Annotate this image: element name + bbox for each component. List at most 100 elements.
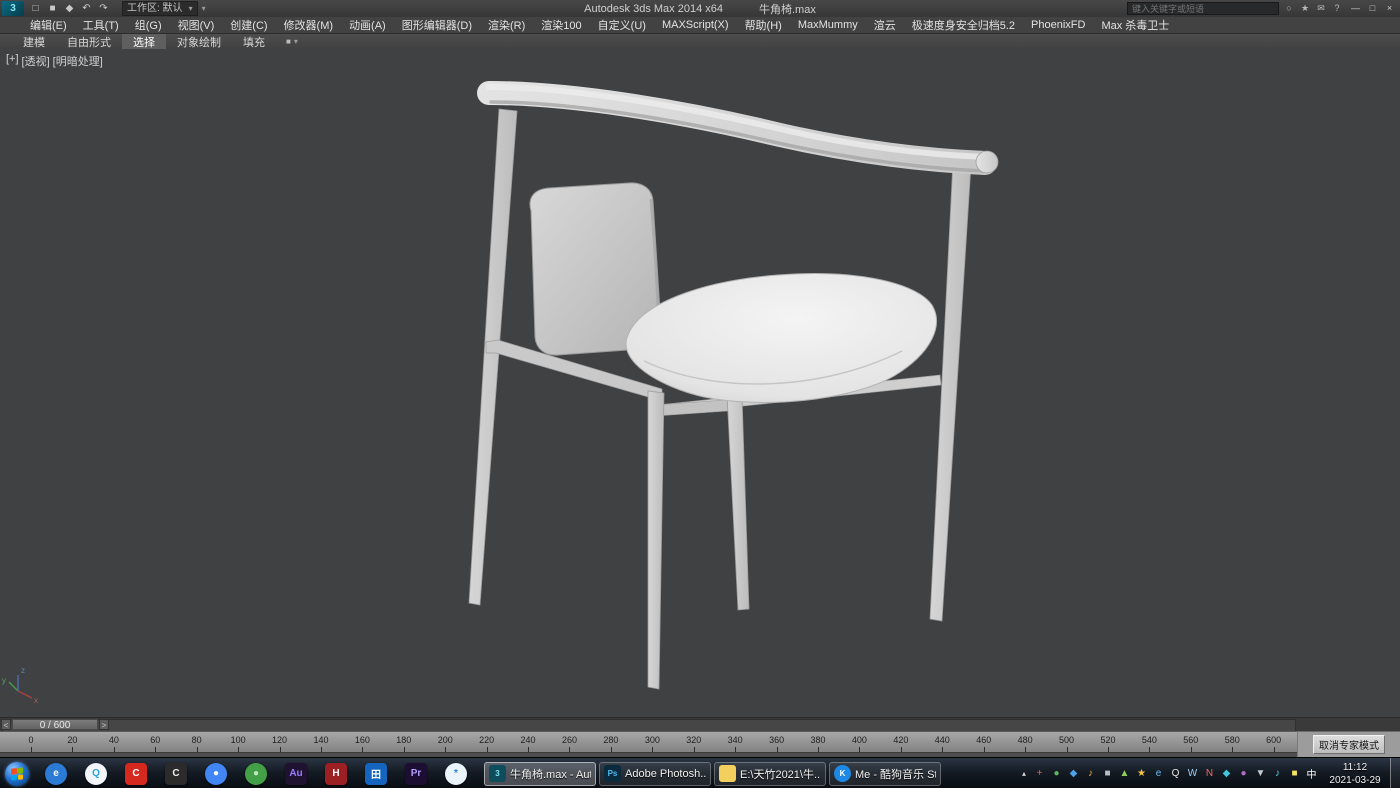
- menu-item[interactable]: 编辑(E): [22, 17, 75, 33]
- minimize-button[interactable]: —: [1347, 2, 1364, 15]
- tray-icon[interactable]: ●: [1048, 764, 1065, 784]
- molecule-icon[interactable]: *: [436, 760, 476, 788]
- workspace-dropdown[interactable]: 工作区: 默认 ▾: [122, 1, 198, 16]
- redo-icon[interactable]: ↷: [95, 3, 112, 14]
- new-scene-icon[interactable]: □: [27, 3, 44, 14]
- menu-item[interactable]: 视图(V): [170, 17, 223, 33]
- menu-item[interactable]: MAXScript(X): [654, 19, 737, 31]
- cad-red-icon[interactable]: C: [116, 760, 156, 788]
- open-file-icon[interactable]: ■: [44, 3, 61, 14]
- tray-icon[interactable]: +: [1031, 764, 1048, 784]
- communication-icon[interactable]: ✉: [1313, 3, 1329, 14]
- close-button[interactable]: ×: [1381, 2, 1398, 15]
- help-icon[interactable]: ?: [1329, 3, 1345, 14]
- undo-icon[interactable]: ↶: [78, 3, 95, 14]
- menu-item[interactable]: 极速度身安全归档5.2: [904, 17, 1023, 33]
- ime-indicator[interactable]: 中: [1303, 764, 1320, 784]
- show-hidden-icons-button[interactable]: ▴: [1017, 769, 1031, 778]
- ribbon-tab-selection[interactable]: 选择: [122, 33, 166, 49]
- tray-icon[interactable]: ■: [1099, 764, 1116, 784]
- favorites-star-icon[interactable]: ★: [1297, 3, 1313, 14]
- toolbar-overflow-caret-icon[interactable]: ▾: [202, 4, 206, 13]
- taskbar-app-kugou[interactable]: K Me - 酷狗音乐 St...: [829, 762, 941, 786]
- app-glyph: e: [45, 763, 67, 785]
- dark-c-icon[interactable]: C: [156, 760, 196, 788]
- tray-icon[interactable]: ▼: [1252, 764, 1269, 784]
- chrome-icon[interactable]: ●: [196, 760, 236, 788]
- audition-icon[interactable]: Au: [276, 760, 316, 788]
- menu-item[interactable]: 渲云: [866, 17, 904, 33]
- menu-item[interactable]: 工具(T): [75, 17, 127, 33]
- chevron-down-icon: ▾: [189, 3, 193, 15]
- tiles-icon[interactable]: 田: [356, 760, 396, 788]
- browser-icon[interactable]: e: [36, 760, 76, 788]
- viewport-shading-menu[interactable]: [明暗处理]: [53, 53, 103, 69]
- show-desktop-button[interactable]: [1390, 758, 1400, 788]
- taskbar-app-photoshop[interactable]: Ps Adobe Photosh...: [599, 762, 711, 786]
- tray-icon[interactable]: W: [1184, 764, 1201, 784]
- tray-icon[interactable]: ■: [1286, 764, 1303, 784]
- menu-item[interactable]: 帮助(H): [737, 17, 790, 33]
- taskbar-app-3dsmax[interactable]: 3 牛角椅.max - Aut...: [484, 762, 596, 786]
- next-frame-button[interactable]: >: [99, 719, 109, 730]
- chat-icon[interactable]: Q: [76, 760, 116, 788]
- tray-icon[interactable]: N: [1201, 764, 1218, 784]
- tray-icon[interactable]: ▲: [1116, 764, 1133, 784]
- menu-item[interactable]: 图形编辑器(D): [394, 17, 480, 33]
- tray-icon[interactable]: ◆: [1218, 764, 1235, 784]
- menu-item[interactable]: 动画(A): [341, 17, 394, 33]
- search-icon[interactable]: ○: [1281, 3, 1297, 14]
- menu-item[interactable]: 渲染(R): [480, 17, 533, 33]
- ribbon-tab-object-paint[interactable]: 对象绘制: [166, 33, 232, 49]
- save-file-icon[interactable]: ◆: [61, 3, 78, 14]
- ribbon-tab-freeform[interactable]: 自由形式: [56, 33, 122, 49]
- tray-icon[interactable]: ★: [1133, 764, 1150, 784]
- ribbon-tab-populate[interactable]: 填充: [232, 33, 276, 49]
- cancel-expert-mode-button[interactable]: 取消专家模式: [1313, 735, 1385, 754]
- ruler-tick: 380: [803, 732, 833, 753]
- menu-item[interactable]: 创建(C): [222, 17, 275, 33]
- start-button[interactable]: [5, 762, 29, 786]
- track-bar[interactable]: 0204060801001201401601802002202402602803…: [0, 731, 1297, 753]
- green-browser-icon[interactable]: ●: [236, 760, 276, 788]
- search-input[interactable]: [1127, 2, 1279, 15]
- chair-model[interactable]: [469, 87, 998, 689]
- tray-icon[interactable]: ♪: [1082, 764, 1099, 784]
- ruler-tick: 20: [57, 732, 87, 753]
- menu-item[interactable]: 自定义(U): [590, 17, 654, 33]
- menu-item[interactable]: 渲染100: [533, 17, 589, 33]
- menu-item[interactable]: 组(G): [127, 17, 170, 33]
- menu-item[interactable]: PhoenixFD: [1023, 19, 1093, 31]
- app-icon: [719, 765, 736, 782]
- menu-item[interactable]: MaxMummy: [790, 19, 866, 31]
- app-logo-icon[interactable]: 3: [2, 1, 24, 16]
- maximize-button[interactable]: □: [1364, 2, 1381, 15]
- time-slider-thumb[interactable]: 0 / 600: [12, 719, 98, 730]
- ruler-tick: 600: [1259, 732, 1289, 753]
- taskbar-clock[interactable]: 11:12 2021-03-29: [1323, 761, 1387, 787]
- tray-icon[interactable]: e: [1150, 764, 1167, 784]
- menu-item[interactable]: Max 杀毒卫士: [1093, 17, 1177, 33]
- app-glyph: ●: [205, 763, 227, 785]
- ruler-tick: 520: [1093, 732, 1123, 753]
- app-glyph: H: [325, 763, 347, 785]
- viewport[interactable]: [+] [透视] [明暗处理]: [0, 49, 1400, 717]
- viewport-view-menu[interactable]: [透视]: [22, 53, 50, 69]
- tray-icon[interactable]: ◆: [1065, 764, 1082, 784]
- chevron-down-icon[interactable]: ▾: [294, 37, 298, 46]
- red-app-icon[interactable]: H: [316, 760, 356, 788]
- viewport-menu-plus[interactable]: [+]: [6, 53, 19, 69]
- tray-icon[interactable]: Q: [1167, 764, 1184, 784]
- tray-icon[interactable]: ●: [1235, 764, 1252, 784]
- premiere-icon[interactable]: Pr: [396, 760, 436, 788]
- ruler-tick: 260: [554, 732, 584, 753]
- menu-item[interactable]: 修改器(M): [276, 17, 342, 33]
- tray-icon[interactable]: ♪: [1269, 764, 1286, 784]
- ruler-tick: 160: [347, 732, 377, 753]
- taskbar-app-explorer[interactable]: E:\天竹2021\牛...: [714, 762, 826, 786]
- app-glyph: *: [445, 763, 467, 785]
- ruler-tick: 280: [596, 732, 626, 753]
- previous-frame-button[interactable]: <: [1, 719, 11, 730]
- ribbon-tools-icon[interactable]: ■: [286, 37, 291, 46]
- ribbon-tab-modeling[interactable]: 建模: [12, 33, 56, 49]
